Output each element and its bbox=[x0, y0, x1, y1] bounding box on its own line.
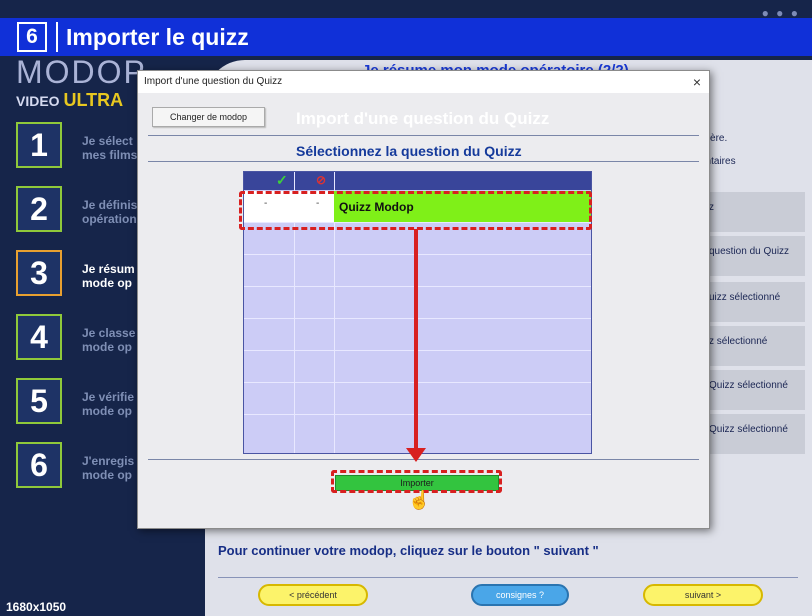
previous-button[interactable]: < précédent bbox=[258, 584, 368, 606]
dialog-titlebar[interactable]: Import d'une question du Quizz × bbox=[138, 71, 709, 93]
step-label: Je sélect mes films bbox=[82, 134, 138, 162]
step-number: 4 bbox=[16, 314, 62, 360]
right-button[interactable]: uizz sélectionné bbox=[695, 282, 805, 322]
arrow-line bbox=[414, 229, 418, 450]
arrow-down-icon bbox=[406, 448, 426, 462]
banner-step-number: 6 bbox=[17, 22, 47, 52]
step-item-6[interactable]: 6 J'enregis mode op bbox=[16, 442, 141, 506]
consignes-button[interactable]: consignes ? bbox=[471, 584, 569, 606]
logo-brand: MODOP bbox=[16, 54, 147, 90]
step-label: Je résum mode op bbox=[82, 262, 135, 290]
grid-row-divider bbox=[244, 350, 591, 351]
grid-row-divider bbox=[244, 414, 591, 415]
nav-divider bbox=[218, 577, 798, 578]
dialog-divider bbox=[148, 135, 699, 136]
title-banner: 6 Importer le quizz bbox=[0, 18, 812, 56]
hand-cursor-icon: ☝ bbox=[408, 490, 431, 510]
grid-row-divider bbox=[244, 286, 591, 287]
step-number: 3 bbox=[16, 250, 62, 296]
step-item-3[interactable]: 3 Je résum mode op bbox=[16, 250, 141, 314]
dialog-window-title: Import d'une question du Quizz bbox=[144, 76, 283, 87]
right-button[interactable]: Quizz sélectionné bbox=[695, 414, 805, 454]
step-item-2[interactable]: 2 Je définis opération bbox=[16, 186, 141, 250]
dialog-divider bbox=[148, 161, 699, 162]
next-button[interactable]: suivant > bbox=[643, 584, 763, 606]
step-item-5[interactable]: 5 Je vérifie mode op bbox=[16, 378, 141, 442]
step-label: J'enregis mode op bbox=[82, 454, 135, 482]
continue-instruction: Pour continuer votre modop, cliquez sur … bbox=[218, 543, 599, 558]
grid-row-divider bbox=[244, 254, 591, 255]
step-item-1[interactable]: 1 Je sélect mes films bbox=[16, 122, 141, 186]
step-label: Je définis opération bbox=[82, 198, 138, 226]
grid-row-divider bbox=[244, 382, 591, 383]
window-dots-icon[interactable]: ● ● ● bbox=[762, 6, 800, 20]
step-label: Je vérifie mode op bbox=[82, 390, 135, 418]
close-icon[interactable]: × bbox=[693, 74, 701, 90]
dialog-subheader: Sélectionnez la question du Quizz bbox=[296, 143, 522, 159]
check-icon: ✓ bbox=[276, 172, 288, 188]
dialog-header: Import d'une question du Quizz bbox=[296, 109, 550, 128]
grid-row-divider bbox=[244, 318, 591, 319]
change-modop-button[interactable]: Changer de modop bbox=[152, 107, 265, 127]
step-number: 2 bbox=[16, 186, 62, 232]
forbidden-icon: ⊘ bbox=[316, 173, 327, 187]
step-label: Je classe mode op bbox=[82, 326, 136, 354]
banner-title: Importer le quizz bbox=[56, 22, 249, 52]
step-number: 1 bbox=[16, 122, 62, 168]
right-button[interactable]: z sélectionné bbox=[695, 326, 805, 366]
right-button[interactable]: Quizz sélectionné bbox=[695, 370, 805, 410]
step-number: 6 bbox=[16, 442, 62, 488]
modop-logo: MODOP VIDEO ULTRA bbox=[16, 54, 147, 111]
step-item-4[interactable]: 4 Je classe mode op bbox=[16, 314, 141, 378]
right-button[interactable]: question du Quizz bbox=[695, 236, 805, 276]
step-list: 1 Je sélect mes films 2 Je définis opérati… bbox=[16, 122, 141, 506]
right-button[interactable]: z bbox=[695, 192, 805, 232]
logo-subtitle: VIDEO ULTRA bbox=[16, 90, 124, 110]
step-number: 5 bbox=[16, 378, 62, 424]
resolution-label: 1680x1050 bbox=[6, 600, 67, 614]
row-highlight-box bbox=[239, 191, 592, 230]
grid-header: ✓ ⊘ bbox=[244, 172, 591, 190]
